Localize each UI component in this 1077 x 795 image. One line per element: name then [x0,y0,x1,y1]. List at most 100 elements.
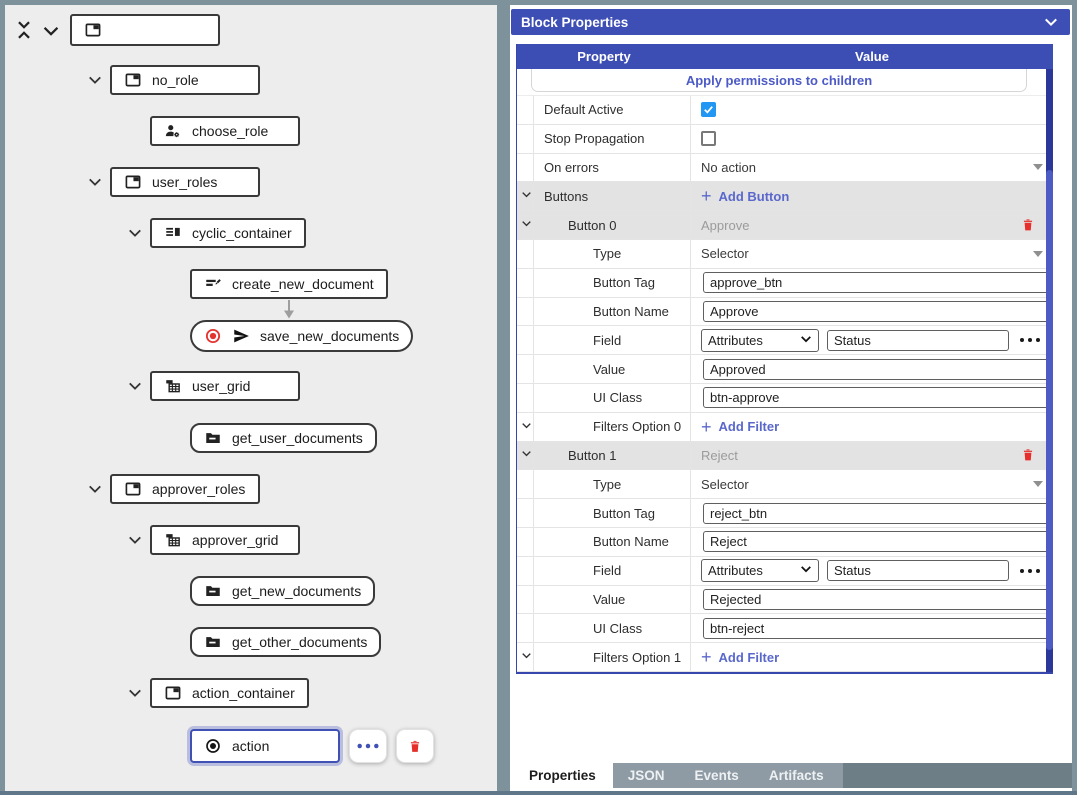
row-gutter [517,182,534,210]
dropdown-arrow-icon[interactable] [1033,251,1043,257]
value-input[interactable] [703,272,1049,293]
dropdown-value[interactable]: Selector [701,477,749,492]
checkbox-unchecked[interactable] [701,131,716,146]
tree-expand-chevron-icon[interactable] [126,684,144,702]
delete-button-icon[interactable] [1021,217,1035,234]
value-input[interactable] [703,618,1049,639]
property-value-cell [691,96,1053,124]
folder-icon [204,429,222,447]
row-gutter [517,96,534,124]
tree-node-label: no_role [152,72,199,88]
tree-node-action[interactable]: action [190,729,340,763]
property-value-cell [691,384,1053,412]
value-input[interactable] [703,359,1049,380]
value-input[interactable] [703,531,1049,552]
row-expand-chevron-icon[interactable] [517,447,533,463]
value-input[interactable] [703,503,1049,524]
tree-node-get_other_documents[interactable]: get_other_documents [190,627,381,657]
property-label: Button Name [534,528,691,556]
tree-node-get_new_documents[interactable]: get_new_documents [190,576,375,606]
tab-artifacts[interactable]: Artifacts [754,763,839,788]
select-chevron-icon [800,563,812,578]
tree-expand-chevron-icon[interactable] [126,377,144,395]
plus-icon: + [701,187,712,205]
field-name-input[interactable] [827,330,1009,351]
row-gutter [517,442,534,470]
tree-expand-chevron-icon[interactable] [86,480,104,498]
add-filter-link[interactable]: +Add Filter [701,648,779,666]
tree-expand-chevron-icon[interactable] [86,71,104,89]
tree-node-label: cyclic_container [192,225,292,241]
tree-row: action_container [150,678,309,708]
row-gutter [517,499,534,527]
field-source-select[interactable]: Attributes [701,329,819,352]
tree-node-save_new_documents[interactable]: save_new_documents [190,320,413,352]
property-value-cell [691,528,1053,556]
plus-icon: + [701,648,712,666]
add-button-link[interactable]: +Add Button [701,187,789,205]
tree-expand-chevron-icon[interactable] [126,224,144,242]
folder-icon [204,582,222,600]
property-value-cell: Attributes [691,326,1053,354]
checkbox-checked[interactable] [701,102,716,117]
property-label: Type [534,470,691,498]
tree-node-choose_role[interactable]: choose_role [150,116,300,146]
dropdown-value[interactable]: Selector [701,246,749,261]
tree-expand-chevron-icon[interactable] [86,173,104,191]
tab-icon [124,71,142,89]
tree-row [70,14,220,46]
add-filter-link[interactable]: +Add Filter [701,418,779,436]
more-options-button[interactable] [349,729,387,763]
field-more-options-icon[interactable] [1019,568,1041,574]
table-scrollbar-thumb[interactable] [1046,170,1053,650]
property-label: Button Name [534,298,691,326]
dropdown-arrow-icon[interactable] [1033,164,1043,170]
value-input[interactable] [703,387,1049,408]
property-label: Stop Propagation [534,125,691,153]
row-expand-chevron-icon[interactable] [517,649,533,665]
delete-button-icon[interactable] [1021,447,1035,464]
tree-node-get_user_documents[interactable]: get_user_documents [190,423,377,453]
tree-expand-chevron-icon[interactable] [126,531,144,549]
property-label: Filters Option 0 [534,413,691,441]
property-label: UI Class [534,614,691,642]
radio-checked-icon [204,737,222,755]
apply-permissions-label: Apply permissions to children [686,73,872,88]
tab-icon [124,480,142,498]
tree-node-root[interactable] [70,14,220,46]
property-row: Value [517,586,1053,615]
block-properties-header: Block Properties [511,9,1070,35]
row-gutter [517,470,534,498]
value-input[interactable] [703,301,1049,322]
property-row: Apply permissions to children [517,69,1053,96]
tree-node-create_new_document[interactable]: create_new_document [190,269,388,299]
apply-permissions-button[interactable]: Apply permissions to children [531,69,1027,92]
property-row: TypeSelector [517,240,1053,269]
tree-node-user_grid[interactable]: user_grid [150,371,300,401]
collapse-all-icon[interactable] [13,19,35,41]
tab-events[interactable]: Events [680,763,754,788]
property-value-cell: Attributes [691,557,1053,585]
root-expand-chevron-icon[interactable] [40,20,62,42]
tree-node-no_role[interactable]: no_role [110,65,260,95]
tree-node-action_container[interactable]: action_container [150,678,309,708]
tree-node-user_roles[interactable]: user_roles [110,167,260,197]
row-expand-chevron-icon[interactable] [517,188,533,204]
dropdown-value[interactable]: No action [701,160,756,175]
row-expand-chevron-icon[interactable] [517,419,533,435]
panel-collapse-chevron-icon[interactable] [1042,13,1060,31]
delete-node-button[interactable] [396,729,434,763]
tree-node-approver_roles[interactable]: approver_roles [110,474,260,504]
property-label: Default Active [534,96,691,124]
field-name-input[interactable] [827,560,1009,581]
tree-node-cyclic_container[interactable]: cyclic_container [150,218,306,248]
field-more-options-icon[interactable] [1019,337,1041,343]
dropdown-arrow-icon[interactable] [1033,481,1043,487]
tree-node-approver_grid[interactable]: approver_grid [150,525,300,555]
property-row: Stop Propagation [517,125,1053,154]
field-source-select[interactable]: Attributes [701,559,819,582]
tab-properties[interactable]: Properties [512,763,613,788]
row-expand-chevron-icon[interactable] [517,217,533,233]
value-input[interactable] [703,589,1049,610]
tab-json[interactable]: JSON [613,763,680,788]
